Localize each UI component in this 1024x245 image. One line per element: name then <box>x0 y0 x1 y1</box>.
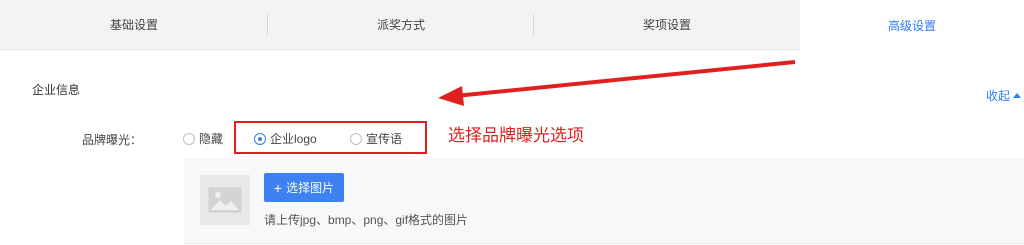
choose-image-button[interactable]: + 选择图片 <box>264 173 344 202</box>
plus-icon: + <box>273 179 283 196</box>
image-placeholder <box>200 175 250 225</box>
image-icon <box>208 187 242 213</box>
upload-hint: 请上传jpg、bmp、png、gif格式的图片 <box>264 213 469 227</box>
choose-image-label: 选择图片 <box>286 181 335 195</box>
